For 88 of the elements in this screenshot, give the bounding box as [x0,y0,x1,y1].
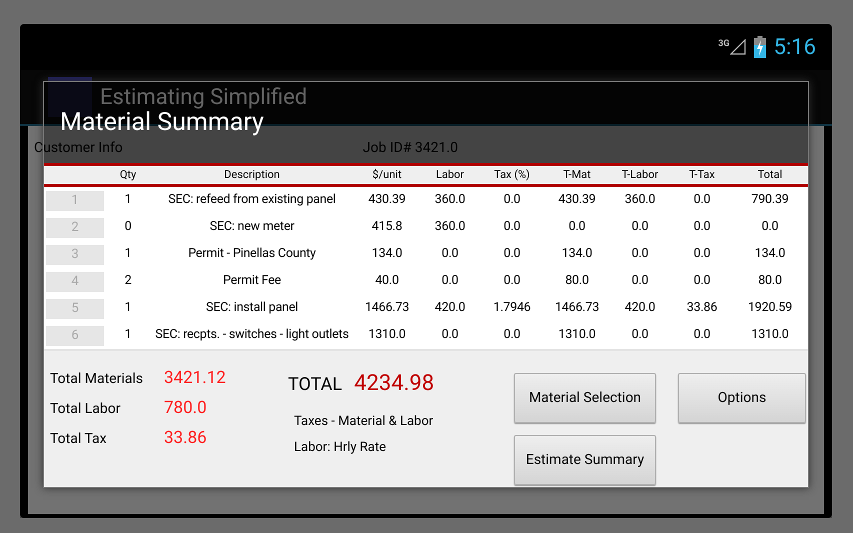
total-label: Total Labor [50,400,122,418]
column-header: Tax (%) [493,166,531,183]
table-cell-text: SEC: new meter [208,218,296,236]
table-cell-text: 1 [124,245,132,264]
table-cell-text: 0.0 [630,272,650,290]
table-cell-text: 1310.0 [557,326,597,344]
battery-charging-icon [754,36,766,58]
table-cell-text: 0.0 [692,245,712,264]
table-cell-text: 134.0 [754,245,786,264]
total-value: 3421.12 [164,367,226,390]
column-header: Total [756,166,784,183]
table-cell-text: 1 [124,191,132,210]
column-header: Qty [118,166,138,183]
note-text: Taxes - Material & Labor [294,413,434,431]
table-cell-text: 40.0 [374,272,400,290]
note-text: Labor: Hrly Rate [294,438,388,456]
clock-time: 5:16 [774,34,816,62]
table-cell-text: 1.7946 [492,299,532,318]
row-number: 5 [46,298,104,318]
table-cell-text: 360.0 [624,191,656,210]
total-value: 33.86 [164,427,207,450]
table-cell-text: 80.0 [757,272,783,290]
table-cell-text: 420.0 [624,299,656,318]
row-number: 2 [46,218,104,238]
table-cell-text: 1 [124,326,132,344]
table-cell-text: 360.0 [434,191,466,210]
column-header: $/unit [371,166,403,183]
table-cell-text: 1466.73 [554,299,600,318]
table-cell-text: 420.0 [434,299,466,318]
table-cell-text: 0.0 [568,218,586,236]
total-label: Total Materials [50,370,144,388]
table-cell-text: SEC: refeed from existing panel [167,191,337,210]
table-cell-text: 1310.0 [750,326,790,344]
grand-total-value: 4234.98 [354,370,434,398]
table-cell-text: 1 [124,299,132,318]
table-cell-text: 0.0 [502,245,522,264]
table-cell-text: SEC: recpts. - switches - light outlets [154,326,350,344]
table-cell-text: 415.8 [370,218,404,236]
table-cell-text: 0.0 [692,272,712,290]
column-header: T-Mat [562,166,592,183]
table-cell-text: 0.0 [692,218,712,236]
row-number: 4 [46,272,104,292]
job-id-label: Job ID# 3421.0 [362,139,458,158]
row-number: 1 [46,190,104,210]
table-cell-text: 790.39 [750,191,790,210]
row-number: 6 [46,326,104,346]
table-cell-text: 0.0 [440,272,460,290]
table-cell-text: 80.0 [564,272,590,290]
table-cell-text: 0.0 [502,326,522,344]
table-cell-text: 1310.0 [367,326,407,344]
table-cell-text: 0 [124,218,132,236]
table-cell-text: 1466.73 [364,299,410,318]
table-cell-text: 0.0 [692,326,712,344]
total-label: Total Tax [50,430,108,448]
table-cell-text: 0.0 [440,326,460,344]
table-cell-text: 0.0 [440,245,460,264]
table-cell-text: 0.0 [630,245,650,264]
table-cell-text: 0.0 [502,272,522,290]
network-label: 3G [718,38,730,51]
table-cell-text: 0.0 [630,326,650,344]
table-cell-text: 2 [124,272,132,290]
total-value: 780.0 [164,397,207,420]
table-cell-text: 0.0 [502,218,522,236]
row-number: 3 [46,244,104,264]
column-header: T-Tax [688,166,716,183]
table-cell-text: 0.0 [630,218,650,236]
dialog-button[interactable]: Estimate Summary [514,435,656,485]
table-cell-text: 0.0 [502,191,522,210]
table-cell-text: Permit - Pinellas County [187,245,317,264]
table-cell-text: 360.0 [434,218,466,236]
table-cell-text: SEC: install panel [204,299,300,318]
dialog-button[interactable]: Material Selection [514,373,656,423]
table-cell-text: 134.0 [560,245,594,264]
table-cell-text: 1920.59 [746,299,794,318]
table-cell-text: 33.86 [686,299,718,318]
table-cell-text: 430.39 [557,191,597,210]
column-header: Labor [434,166,466,183]
column-header: T-Labor [620,166,660,183]
table-cell-text: Permit Fee [222,272,282,290]
table-cell-text: 134.0 [370,245,404,264]
table-cell-text: 0.0 [760,218,780,236]
signal-icon [730,39,746,55]
table-cell-text: 0.0 [692,191,712,210]
customer-info-label: Customer Info [34,139,123,158]
dialog-button[interactable]: Options [678,373,806,423]
column-header: Description [223,166,281,183]
grand-total-label: TOTAL [288,373,342,397]
table-cell-text: 430.39 [367,191,407,210]
